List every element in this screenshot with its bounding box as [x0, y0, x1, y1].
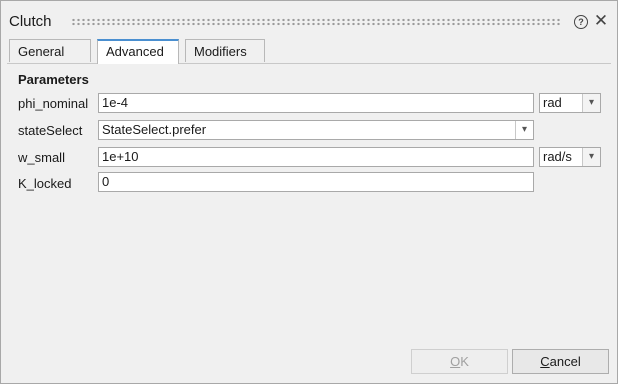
chevron-down-icon[interactable]: ▾ [582, 148, 600, 166]
k-locked-input[interactable]: 0 [98, 172, 534, 192]
phi-nominal-label: phi_nominal [18, 96, 89, 111]
tab-bar: General Advanced Modifiers [1, 39, 617, 64]
close-icon[interactable]: ✕ [593, 12, 609, 30]
tab-general-label: General [18, 44, 65, 59]
state-select-combo[interactable]: StateSelect.prefer ▾ [98, 120, 534, 140]
section-title: Parameters [18, 72, 89, 87]
ok-button[interactable]: OK [411, 349, 508, 374]
k-locked-label: K_locked [18, 176, 72, 191]
title-bar[interactable]: Clutch ? ✕ [1, 1, 617, 39]
w-small-unit: rad/s [543, 149, 572, 164]
button-bar: OK Cancel [1, 343, 617, 383]
drag-grip[interactable] [71, 18, 561, 26]
cancel-mnemonic: C [540, 354, 550, 369]
ok-mnemonic: O [450, 354, 461, 369]
tab-advanced-label: Advanced [106, 44, 164, 59]
phi-nominal-unit: rad [543, 95, 562, 110]
tab-general[interactable]: General [9, 39, 91, 62]
phi-nominal-value: 1e-4 [102, 95, 129, 110]
phi-nominal-unit-select[interactable]: rad ▾ [539, 93, 601, 113]
tab-modifiers-label: Modifiers [194, 44, 247, 59]
tab-advanced[interactable]: Advanced [97, 39, 179, 64]
question-circle-icon[interactable]: ? [574, 15, 588, 29]
parameters-panel: Parameters phi_nominal 1e-4 rad ▾ stateS… [7, 63, 611, 344]
w-small-input[interactable]: 1e+10 [98, 147, 534, 167]
phi-nominal-input[interactable]: 1e-4 [98, 93, 534, 113]
chevron-down-icon[interactable]: ▾ [582, 94, 600, 112]
state-select-value: StateSelect.prefer [102, 122, 207, 137]
w-small-unit-select[interactable]: rad/s ▾ [539, 147, 601, 167]
state-select-label: stateSelect [18, 123, 83, 138]
ok-label-rest: K [460, 354, 469, 369]
dialog-window: Clutch ? ✕ General Advanced Modifiers Pa… [0, 0, 618, 384]
tab-modifiers[interactable]: Modifiers [185, 39, 265, 62]
cancel-label-rest: ancel [549, 354, 581, 369]
w-small-label: w_small [18, 150, 65, 165]
w-small-value: 1e+10 [102, 149, 139, 164]
k-locked-value: 0 [102, 174, 110, 189]
cancel-button[interactable]: Cancel [512, 349, 609, 374]
window-title: Clutch [9, 13, 52, 30]
chevron-down-icon[interactable]: ▾ [515, 121, 533, 139]
